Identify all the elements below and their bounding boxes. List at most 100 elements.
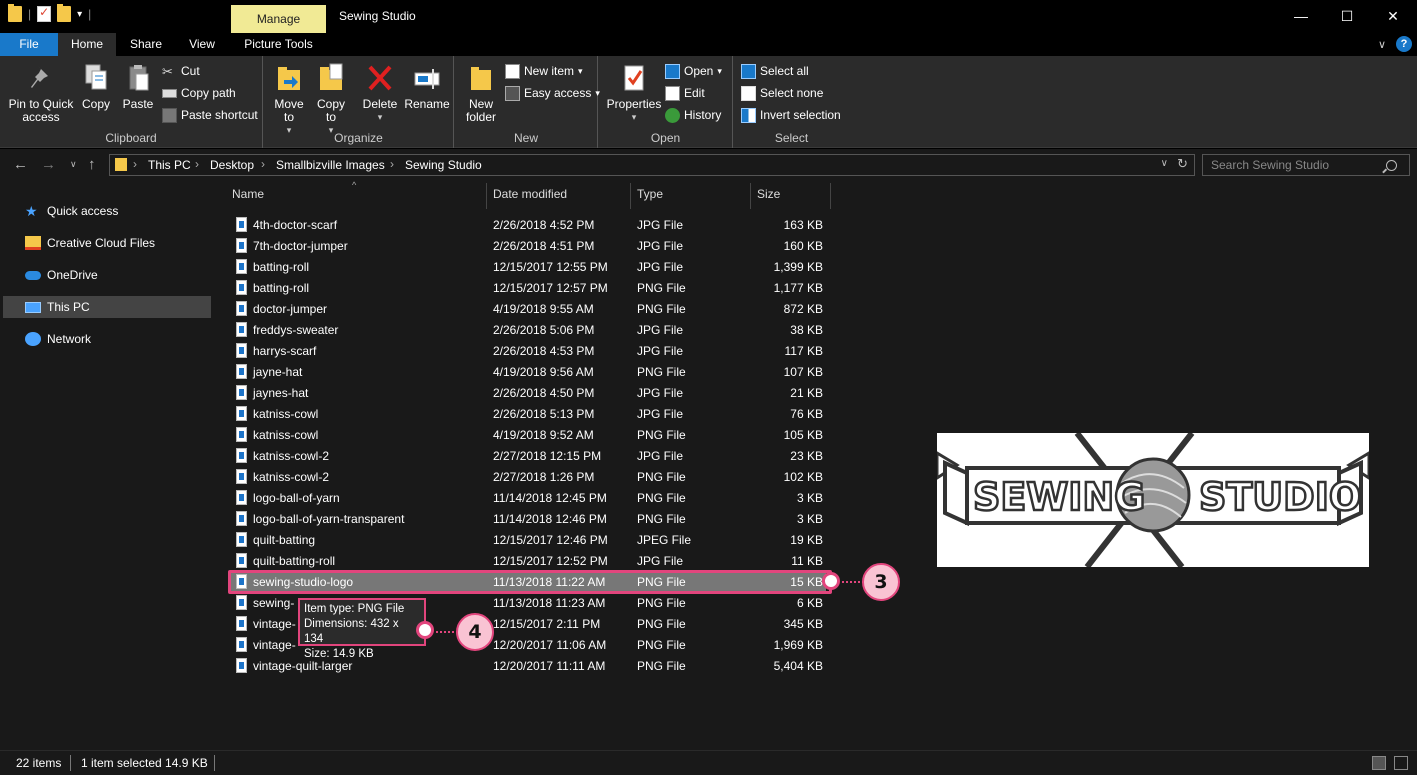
copy-button[interactable]: Copy: [78, 62, 114, 111]
tab-view[interactable]: View: [176, 33, 228, 56]
breadcrumb-separator-icon[interactable]: ›: [390, 157, 394, 171]
rename-label: Rename: [404, 97, 450, 111]
file-name: logo-ball-of-yarn-transparent: [253, 512, 405, 526]
logo-text-sewing: SEWING: [973, 475, 1145, 519]
properties-icon[interactable]: [37, 5, 52, 22]
close-button[interactable]: ✕: [1370, 0, 1416, 32]
select-none-button[interactable]: Select none: [741, 83, 823, 103]
sort-ascending-icon: ^: [352, 180, 357, 190]
callout-badge-3: 3: [862, 563, 900, 601]
callout-dot-4: [416, 621, 434, 639]
breadcrumb-smallbizville-images[interactable]: Smallbizville Images: [276, 158, 385, 172]
image-file-icon: [236, 343, 247, 358]
help-icon[interactable]: ?: [1396, 36, 1412, 52]
file-row[interactable]: katniss-cowl 4/19/2018 9:52 AM PNG File 105…: [230, 425, 826, 445]
address-bar[interactable]: › This PC › Desktop › Smallbizville Imag…: [109, 154, 1195, 176]
details-view-icon[interactable]: [1372, 756, 1386, 770]
easy-access-button[interactable]: Easy access ▾: [505, 83, 600, 103]
tab-manage[interactable]: Manage: [231, 5, 326, 33]
breadcrumb-separator-icon[interactable]: ›: [195, 157, 199, 171]
maximize-button[interactable]: ☐: [1324, 0, 1370, 32]
minimize-button[interactable]: —: [1278, 0, 1324, 32]
file-size: 76 KB: [790, 407, 823, 421]
select-all-button[interactable]: Select all: [741, 61, 809, 81]
file-row[interactable]: jayne-hat 4/19/2018 9:56 AM PNG File 107 KB: [230, 362, 826, 382]
file-row[interactable]: 4th-doctor-scarf 2/26/2018 4:52 PM JPG Fil…: [230, 215, 826, 235]
address-dropdown-chevron-icon[interactable]: ∨: [1161, 158, 1168, 169]
paste-button[interactable]: Paste: [118, 62, 158, 111]
nav-item-quick-access[interactable]: ★ Quick access: [3, 200, 211, 222]
copy-path-button[interactable]: Copy path: [162, 83, 236, 103]
callout-dot-3: [822, 572, 840, 590]
file-date-modified: 2/26/2018 5:06 PM: [493, 323, 595, 337]
file-row[interactable]: katniss-cowl-2 2/27/2018 12:15 PM JPG File…: [230, 446, 826, 466]
expand-ribbon-icon[interactable]: ∨: [1378, 38, 1386, 51]
column-header-type[interactable]: Type: [637, 187, 663, 201]
history-icon: [665, 107, 680, 123]
tab-home[interactable]: Home: [58, 33, 116, 56]
breadcrumb-separator-icon[interactable]: ›: [261, 157, 265, 171]
copy-to-button[interactable]: Copy to ▾: [314, 62, 348, 137]
file-row[interactable]: 7th-doctor-jumper 2/26/2018 4:51 PM JPG Fi…: [230, 236, 826, 256]
file-row[interactable]: freddys-sweater 2/26/2018 5:06 PM JPG File…: [230, 320, 826, 340]
open-button[interactable]: Open ▾: [665, 61, 722, 81]
edit-button[interactable]: Edit: [665, 83, 705, 103]
new-folder-icon[interactable]: [57, 4, 72, 22]
file-size: 1,399 KB: [773, 260, 823, 274]
new-folder-button[interactable]: New folder: [461, 62, 501, 124]
up-arrow-icon[interactable]: ↑: [88, 156, 96, 173]
breadcrumb-separator-icon[interactable]: ›: [133, 157, 137, 171]
customize-qat-icon[interactable]: ▾: [77, 9, 82, 20]
tab-file[interactable]: File: [0, 33, 58, 56]
tab-share[interactable]: Share: [118, 33, 174, 56]
rename-button[interactable]: Rename: [404, 62, 450, 111]
file-row[interactable]: harrys-scarf 2/26/2018 4:53 PM JPG File 117…: [230, 341, 826, 361]
back-arrow-icon[interactable]: ←: [13, 156, 28, 173]
nav-item-this-pc[interactable]: This PC: [3, 296, 211, 318]
file-row[interactable]: logo-ball-of-yarn-transparent 11/14/2018 …: [230, 509, 826, 529]
breadcrumb-desktop[interactable]: Desktop: [210, 158, 254, 172]
column-header-size[interactable]: Size: [757, 187, 780, 201]
file-row[interactable]: quilt-batting 12/15/2017 12:46 PM JPEG Fil…: [230, 530, 826, 550]
file-row[interactable]: katniss-cowl-2 2/27/2018 1:26 PM PNG File 1…: [230, 467, 826, 487]
invert-selection-button[interactable]: Invert selection: [741, 105, 841, 125]
file-type: PNG File: [637, 512, 686, 526]
column-header-date-modified[interactable]: Date modified: [493, 187, 567, 201]
file-size: 160 KB: [783, 239, 823, 253]
edit-label: Edit: [684, 86, 705, 100]
nav-item-network[interactable]: Network: [3, 328, 211, 350]
delete-button[interactable]: Delete ▾: [362, 62, 398, 124]
breadcrumb-sewing-studio[interactable]: Sewing Studio: [405, 158, 482, 172]
image-file-icon: [236, 658, 247, 673]
tab-picture-tools[interactable]: Picture Tools: [231, 33, 326, 56]
breadcrumb-this-pc[interactable]: This PC: [148, 158, 191, 172]
file-row[interactable]: quilt-batting-roll 12/15/2017 12:52 PM JPG…: [230, 551, 826, 571]
history-button[interactable]: History: [665, 105, 721, 125]
properties-button[interactable]: Properties ▾: [603, 62, 665, 124]
file-size: 23 KB: [790, 449, 823, 463]
column-header-name[interactable]: Name: [232, 187, 264, 201]
image-file-icon: [236, 406, 247, 421]
search-icon[interactable]: [1386, 160, 1397, 171]
nav-item-creative-cloud-files[interactable]: Creative Cloud Files: [3, 232, 211, 254]
paste-shortcut-button[interactable]: Paste shortcut: [162, 105, 258, 125]
nav-item-onedrive[interactable]: OneDrive: [3, 264, 211, 286]
file-row[interactable]: batting-roll 12/15/2017 12:55 PM JPG File 1…: [230, 257, 826, 277]
forward-arrow-icon[interactable]: →: [41, 156, 56, 173]
new-item-button[interactable]: New item ▾: [505, 61, 583, 81]
preview-pane: SEWING STUDIO: [880, 181, 1417, 750]
pin-to-quick-access-button[interactable]: Pin to Quick access: [6, 62, 76, 124]
cut-button[interactable]: ✂ Cut: [162, 61, 200, 81]
search-input[interactable]: Search Sewing Studio: [1202, 154, 1410, 176]
file-row[interactable]: katniss-cowl 2/26/2018 5:13 PM JPG File 76 …: [230, 404, 826, 424]
recent-locations-chevron-icon[interactable]: ∨: [70, 159, 77, 170]
file-row[interactable]: batting-roll 12/15/2017 12:57 PM PNG File 1…: [230, 278, 826, 298]
refresh-icon[interactable]: ↻: [1177, 156, 1188, 172]
file-row[interactable]: doctor-jumper 4/19/2018 9:55 AM PNG File 87…: [230, 299, 826, 319]
file-name: katniss-cowl-2: [253, 449, 330, 463]
file-row[interactable]: jaynes-hat 2/26/2018 4:50 PM JPG File 21 KB: [230, 383, 826, 403]
large-icons-view-icon[interactable]: [1394, 756, 1408, 770]
file-row[interactable]: logo-ball-of-yarn 11/14/2018 12:45 PM PNG …: [230, 488, 826, 508]
properties-icon: [619, 62, 649, 94]
move-to-button[interactable]: Move to ▾: [272, 62, 306, 137]
